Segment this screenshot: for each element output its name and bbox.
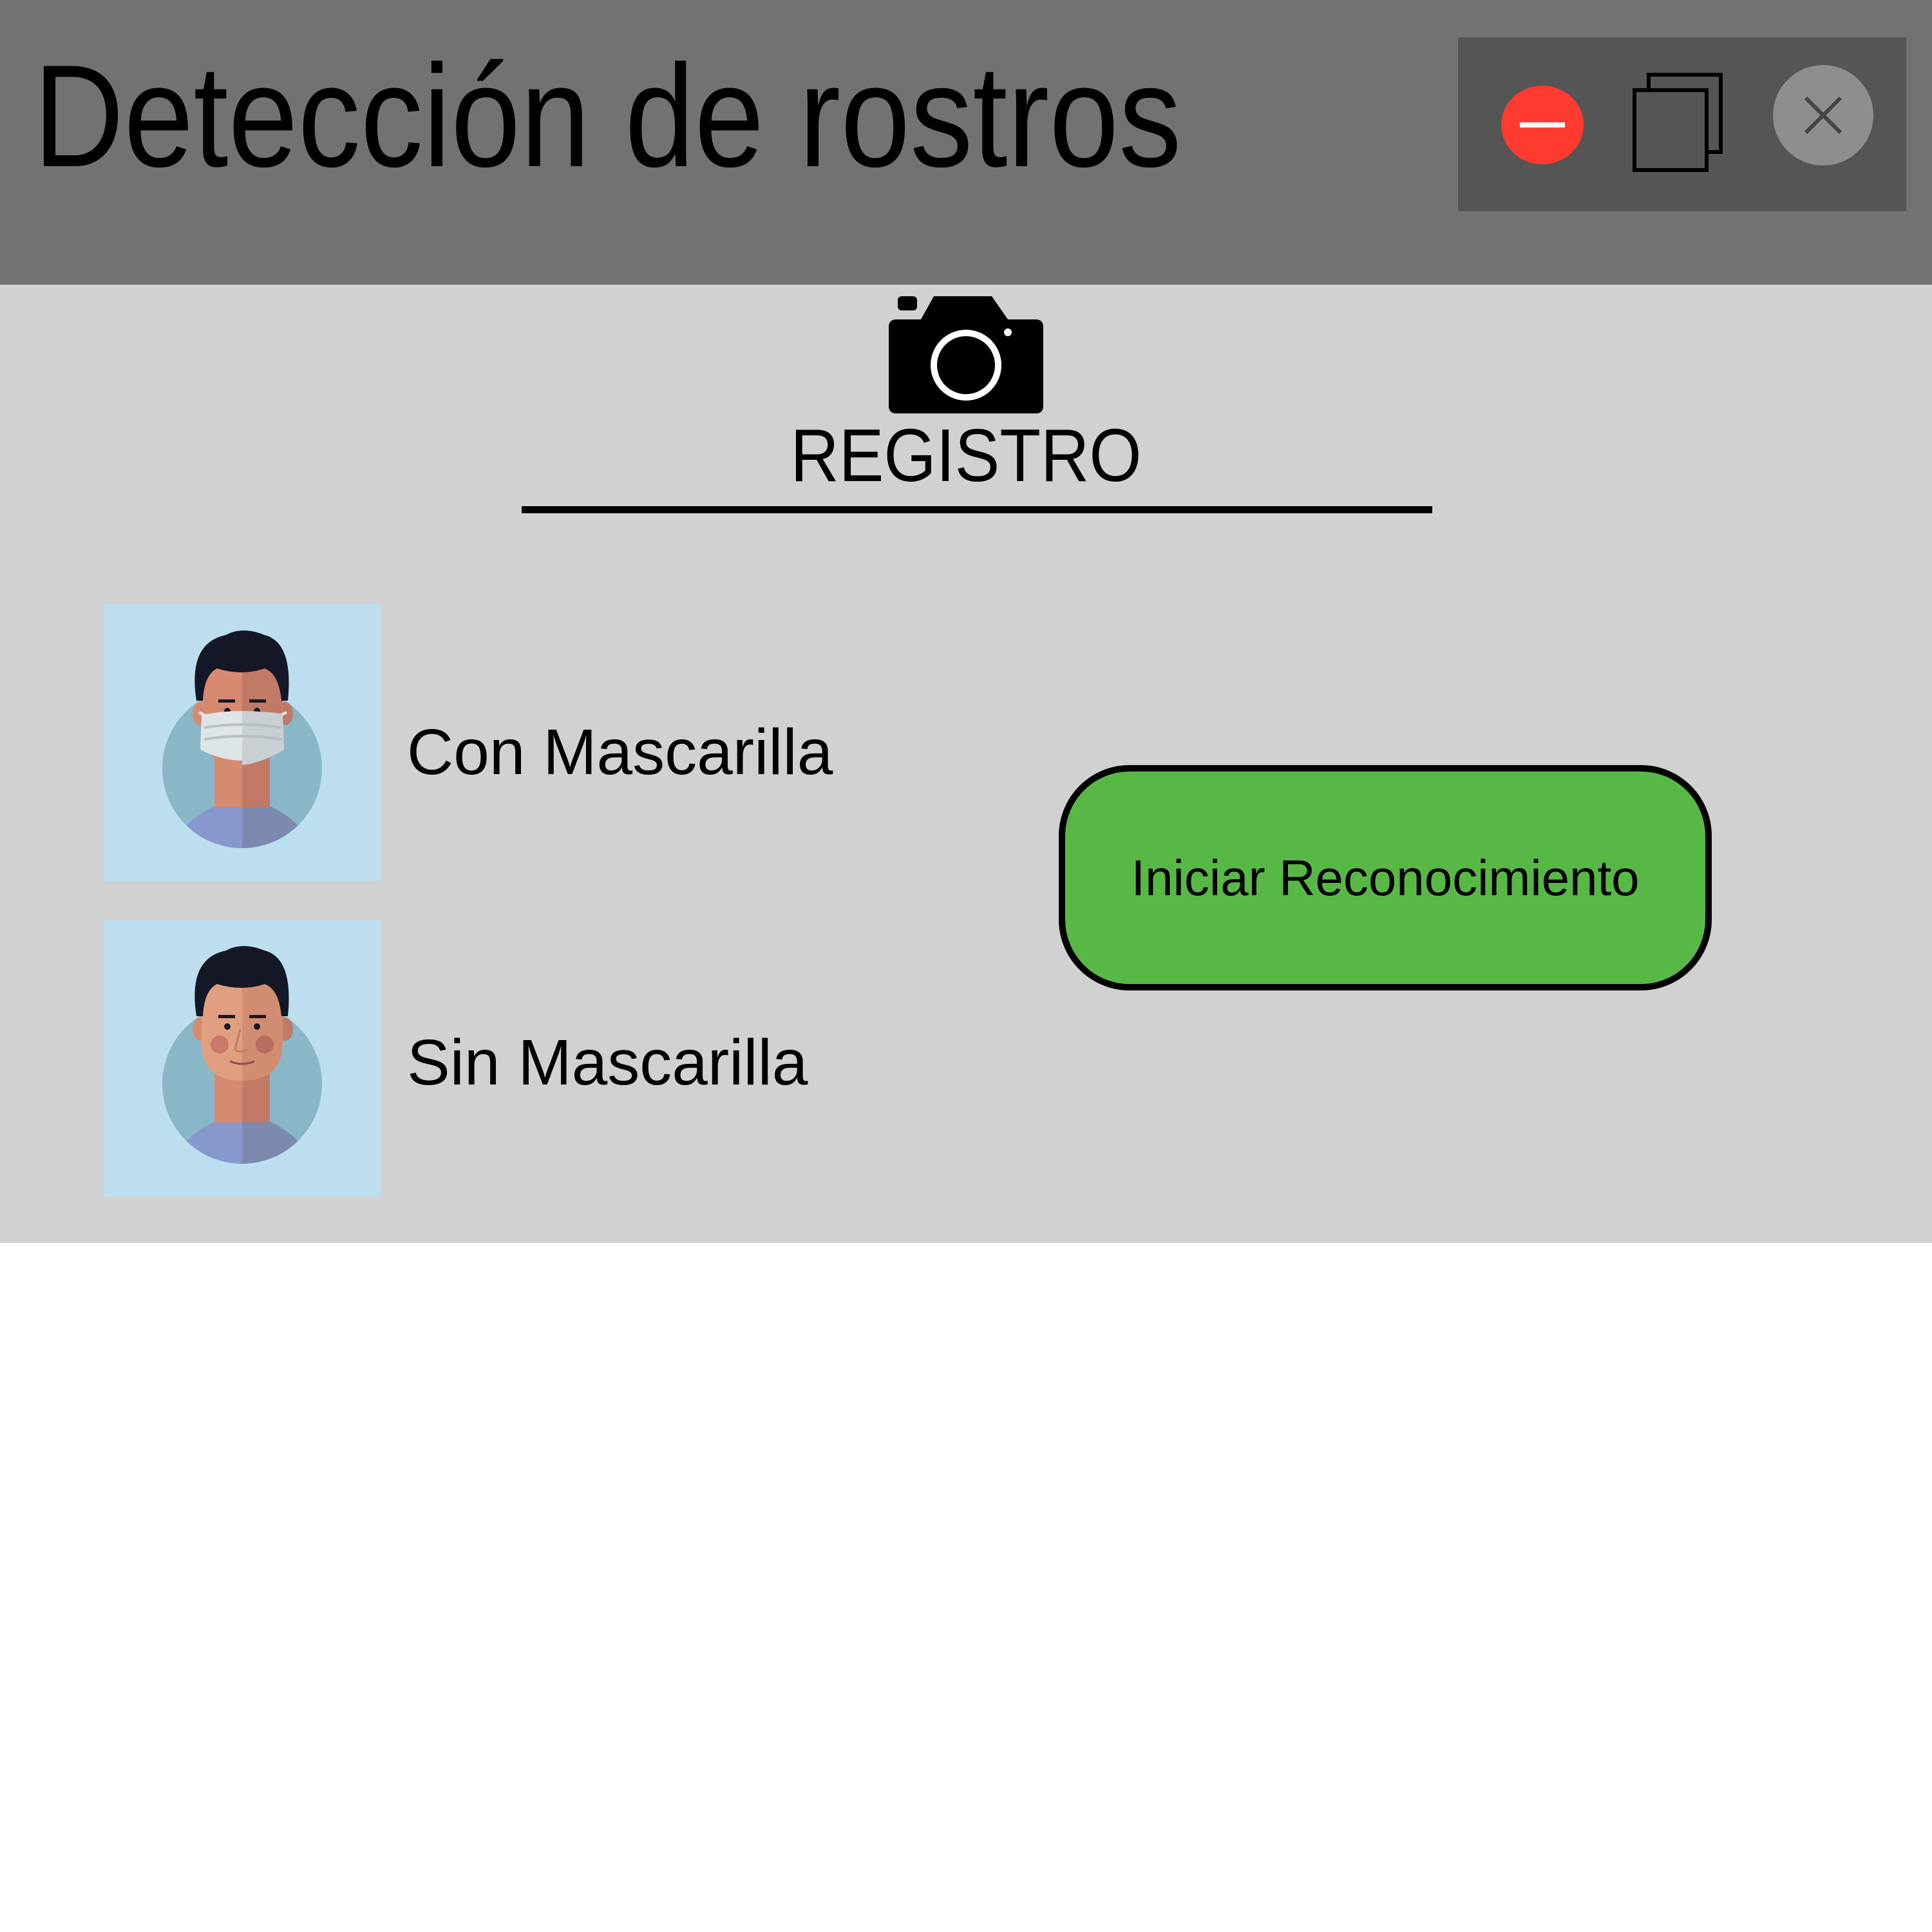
app-window: Detección de rostros REGISTRO Con Mascar…	[0, 0, 1932, 1932]
registration-panel: REGISTRO Con Mascarilla Sin Mascarilla I…	[0, 285, 1932, 1243]
masked-person-avatar[interactable]	[104, 604, 381, 881]
unmasked-person-avatar[interactable]	[104, 920, 381, 1197]
title-bar[interactable]: Detección de rostros	[0, 0, 1932, 285]
close-button[interactable]	[1772, 64, 1874, 166]
empty-area	[0, 1243, 1932, 1932]
window-controls	[1458, 37, 1906, 211]
unmasked-option-label: Sin Mascarilla	[407, 1027, 808, 1099]
close-icon	[1773, 65, 1873, 166]
masked-option-label: Con Mascarilla	[407, 716, 833, 788]
camera-icon-container[interactable]	[889, 296, 1043, 413]
minimize-icon	[1501, 86, 1584, 164]
section-title: REGISTRO	[790, 413, 1142, 497]
window-title: Detección de rostros	[33, 34, 1182, 197]
camera-icon	[889, 296, 1043, 413]
minimize-button[interactable]	[1501, 85, 1584, 165]
restore-button[interactable]	[1629, 71, 1726, 174]
restore-icon	[1633, 73, 1723, 172]
start-recognition-button[interactable]: Iniciar Reconocimiento	[1059, 765, 1712, 990]
title-divider	[522, 506, 1432, 513]
